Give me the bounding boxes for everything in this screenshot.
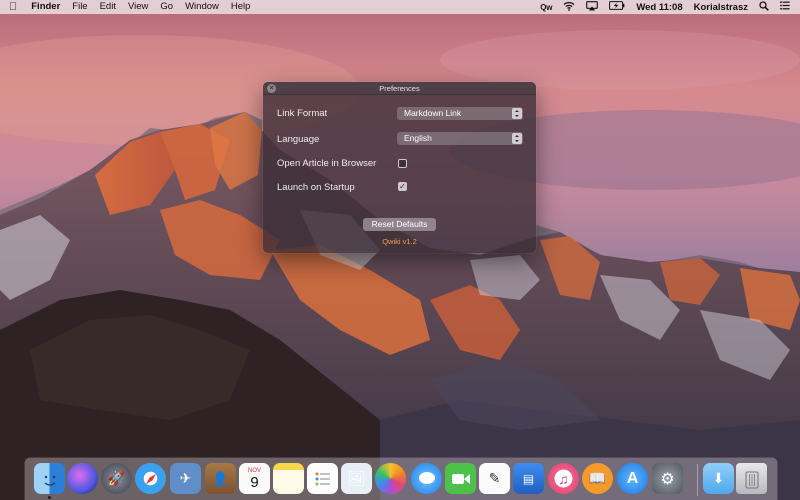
running-indicator <box>48 496 51 499</box>
menu-clock[interactable]: Wed 11:08 <box>636 2 682 13</box>
open-in-browser-label: Open Article in Browser <box>277 158 377 169</box>
reminders-icon[interactable] <box>307 463 338 494</box>
launch-on-startup-label: Launch on Startup <box>277 182 355 193</box>
link-format-label: Link Format <box>277 108 328 119</box>
open-in-browser-checkbox[interactable] <box>398 159 407 168</box>
menu-edit[interactable]: Edit <box>100 0 116 14</box>
checkmark-icon: ✓ <box>399 182 406 191</box>
qwiki-status-icon[interactable]: Qw <box>540 3 552 12</box>
launch-on-startup-checkbox[interactable]: ✓ <box>398 182 407 191</box>
chevron-updown-icon <box>512 108 522 119</box>
menu-help[interactable]: Help <box>231 0 251 14</box>
language-value: English <box>404 133 432 143</box>
wifi-icon[interactable] <box>563 1 575 14</box>
notes-icon[interactable] <box>273 463 304 494</box>
textedit-icon[interactable]: ✎ <box>479 463 510 494</box>
photos-icon[interactable] <box>375 463 406 494</box>
chevron-updown-icon <box>512 133 522 144</box>
calendar-icon[interactable]: NOV 9 <box>239 463 270 494</box>
contacts-icon[interactable]: 👤 <box>205 463 236 494</box>
preferences-window: Preferences × Link Format Markdown Link … <box>263 82 536 253</box>
menu-file[interactable]: File <box>72 0 87 14</box>
safari-icon[interactable] <box>135 463 166 494</box>
app-version: Qwiki v1.2 <box>382 237 417 246</box>
finder-icon[interactable] <box>34 463 65 494</box>
close-window-button[interactable]: × <box>267 84 276 93</box>
link-format-select[interactable]: Markdown Link <box>397 107 523 120</box>
menu-window[interactable]: Window <box>185 0 219 14</box>
notification-center-icon[interactable] <box>780 1 790 13</box>
menu-bar:  Finder File Edit View Go Window Help Q… <box>0 0 800 14</box>
spotlight-search-icon[interactable] <box>759 0 769 14</box>
dock-separator <box>697 464 698 496</box>
dock: 🚀 ✈ 👤 NOV 9 🖼 ✎ ▤ ♫ 📖 A ⚙ ⬇ <box>25 458 777 500</box>
reset-defaults-button[interactable]: Reset Defaults <box>363 218 436 231</box>
downloads-folder-icon[interactable]: ⬇ <box>703 463 734 494</box>
window-title: Preferences <box>379 84 420 93</box>
system-preferences-icon[interactable]: ⚙ <box>652 463 683 494</box>
messages-icon[interactable] <box>411 463 442 494</box>
trash-icon[interactable] <box>736 463 767 494</box>
apple-menu-icon[interactable]:  <box>9 0 17 14</box>
link-format-value: Markdown Link <box>404 108 462 118</box>
siri-icon[interactable] <box>67 463 98 494</box>
preview-icon[interactable]: 🖼 <box>341 463 372 494</box>
language-label: Language <box>277 134 320 145</box>
app-store-icon[interactable]: A <box>617 463 648 494</box>
status-area: Qw Wed 11:08 Korialstrasz <box>540 0 790 14</box>
calendar-day: 9 <box>250 473 259 491</box>
battery-icon[interactable] <box>609 1 625 13</box>
mail-stamp-icon[interactable]: ✈ <box>170 463 201 494</box>
user-name-menu[interactable]: Korialstrasz <box>694 2 748 13</box>
keynote-icon[interactable]: ▤ <box>513 463 544 494</box>
language-select[interactable]: English <box>397 132 523 145</box>
launchpad-icon[interactable]: 🚀 <box>101 463 132 494</box>
menu-go[interactable]: Go <box>160 0 173 14</box>
ibooks-icon[interactable]: 📖 <box>582 463 613 494</box>
airplay-icon[interactable] <box>586 0 599 14</box>
close-icon: × <box>269 85 274 92</box>
itunes-icon[interactable]: ♫ <box>548 463 579 494</box>
menu-view[interactable]: View <box>128 0 148 14</box>
window-titlebar[interactable]: Preferences <box>263 82 536 95</box>
facetime-icon[interactable] <box>445 463 476 494</box>
menu-finder[interactable]: Finder <box>31 0 60 14</box>
